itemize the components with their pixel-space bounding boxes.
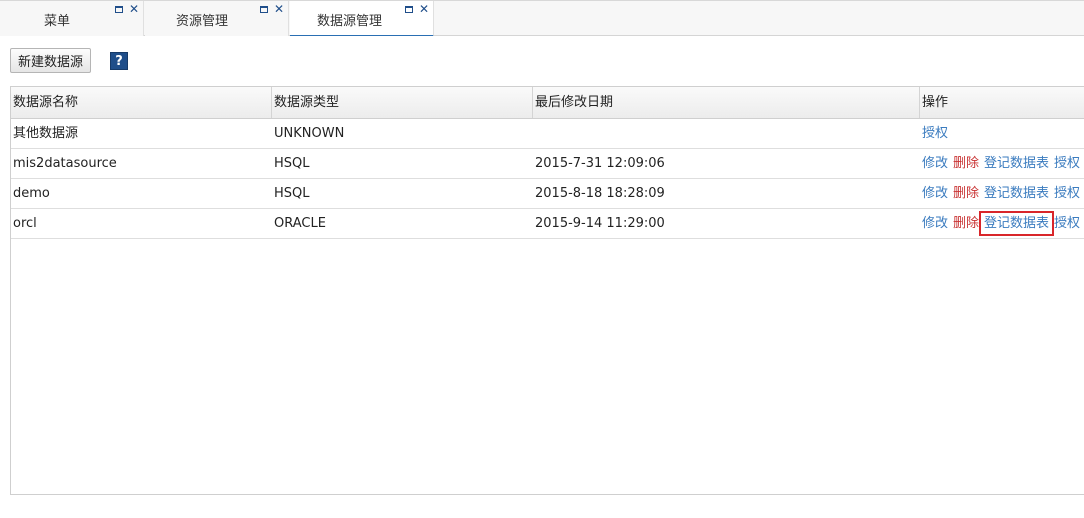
help-icon[interactable]: ? <box>110 52 128 70</box>
authorize-link[interactable]: 授权 <box>922 126 948 141</box>
cell-name: mis2datasource <box>13 156 117 171</box>
cell-name: orcl <box>13 216 37 231</box>
header-datasource-name[interactable]: 数据源名称 <box>11 87 272 118</box>
row-actions: 授权 <box>922 119 953 148</box>
delete-link[interactable]: 删除 <box>953 156 979 171</box>
bottom-strip <box>0 496 1084 518</box>
cell-type: ORACLE <box>274 216 326 231</box>
cell-name: demo <box>13 186 50 201</box>
table-row[interactable]: orcl ORACLE 2015-9-14 11:29:00 修改 删除 登记数据表… <box>11 209 1084 239</box>
tab-datasource-management[interactable]: 数据源管理 ✕ <box>290 1 434 37</box>
delete-link[interactable]: 删除 <box>953 216 979 231</box>
tab-menu[interactable]: 菜单 ✕ <box>0 1 144 36</box>
cell-modified <box>533 119 535 148</box>
tab-bar: 菜单 ✕ 资源管理 ✕ 数据源管理 ✕ <box>0 0 1084 37</box>
tab-resource-management[interactable]: 资源管理 ✕ <box>145 1 289 36</box>
new-datasource-button[interactable]: 新建数据源 <box>10 48 91 73</box>
cell-type: HSQL <box>274 186 310 201</box>
toolbar: 新建数据源 ? <box>0 36 1084 86</box>
authorize-link[interactable]: 授权 <box>1054 216 1080 231</box>
authorize-link[interactable]: 授权 <box>1054 186 1080 201</box>
datasource-grid: 数据源名称 数据源类型 最后修改日期 操作 其他数据源 UNKNOWN 授权 m… <box>10 86 1084 495</box>
cell-modified: 2015-9-14 11:29:00 <box>535 216 665 231</box>
cell-type: UNKNOWN <box>274 126 345 141</box>
close-icon[interactable]: ✕ <box>129 3 139 15</box>
close-icon[interactable]: ✕ <box>419 3 429 15</box>
cell-name: 其他数据源 <box>13 126 79 141</box>
edit-link[interactable]: 修改 <box>922 186 948 201</box>
tab-label: 资源管理 <box>176 14 229 29</box>
row-actions: 修改 删除 登记数据表 授权 <box>922 209 1084 238</box>
table-row[interactable]: mis2datasource HSQL 2015-7-31 12:09:06 修… <box>11 149 1084 179</box>
register-table-link-highlighted[interactable]: 登记数据表 <box>979 211 1055 236</box>
cell-modified: 2015-8-18 18:28:09 <box>535 186 665 201</box>
delete-link[interactable]: 删除 <box>953 186 979 201</box>
cell-modified: 2015-7-31 12:09:06 <box>535 156 665 171</box>
header-last-modified[interactable]: 最后修改日期 <box>533 87 920 118</box>
table-row[interactable]: demo HSQL 2015-8-18 18:28:09 修改 删除 登记数据表 授权 <box>11 179 1084 209</box>
grid-header: 数据源名称 数据源类型 最后修改日期 操作 <box>11 87 1084 119</box>
register-table-link[interactable]: 登记数据表 <box>984 186 1049 201</box>
maximize-icon[interactable] <box>259 5 268 13</box>
tab-label: 菜单 <box>44 14 71 29</box>
table-row[interactable]: 其他数据源 UNKNOWN 授权 <box>11 119 1084 149</box>
close-icon[interactable]: ✕ <box>274 3 284 15</box>
header-actions: 操作 <box>922 95 949 110</box>
maximize-icon[interactable] <box>404 5 413 13</box>
row-actions: 修改 删除 登记数据表 授权 <box>922 179 1084 208</box>
register-table-link[interactable]: 登记数据表 <box>984 156 1049 171</box>
header-datasource-type[interactable]: 数据源类型 <box>272 87 533 118</box>
edit-link[interactable]: 修改 <box>922 216 948 231</box>
authorize-link[interactable]: 授权 <box>1054 156 1080 171</box>
edit-link[interactable]: 修改 <box>922 156 948 171</box>
cell-type: HSQL <box>274 156 310 171</box>
maximize-icon[interactable] <box>114 5 123 13</box>
tab-label: 数据源管理 <box>317 14 383 29</box>
row-actions: 修改 删除 登记数据表 授权 <box>922 149 1084 178</box>
